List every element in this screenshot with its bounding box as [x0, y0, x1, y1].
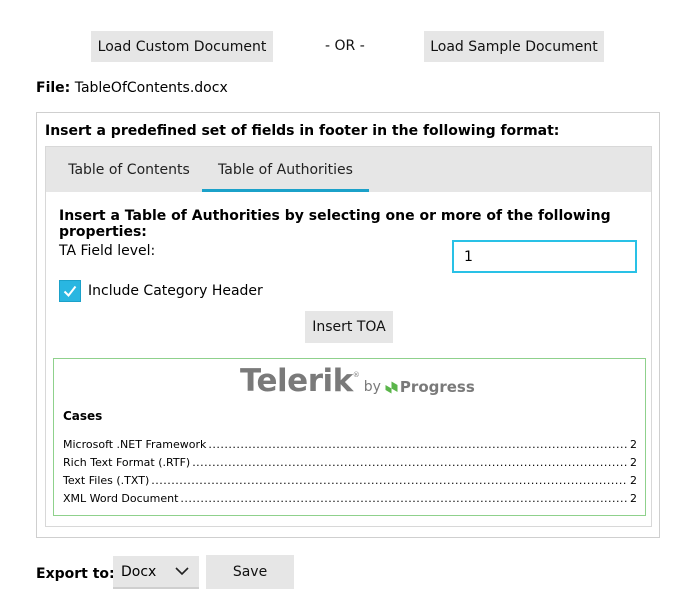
checkmark-icon [63, 285, 77, 298]
telerik-progress-logo: Telerik ® by Progress [240, 365, 475, 397]
tab-table-of-authorities[interactable]: Table of Authorities [202, 147, 369, 192]
tab-table-of-contents[interactable]: Table of Contents [56, 147, 202, 192]
toa-entry-page: 2 [630, 438, 637, 451]
toa-entry-name: XML Word Document [63, 492, 179, 505]
export-to-label: Export to: [36, 566, 115, 582]
toa-entry-name: Rich Text Format (.RTF) [63, 456, 191, 469]
format-tabs: Table of Contents Table of Authorities I… [45, 146, 652, 527]
dot-leader [208, 438, 628, 451]
progress-logo-icon [385, 381, 398, 394]
load-custom-document-button[interactable]: Load Custom Document [91, 31, 273, 62]
toa-entry: Text Files (.TXT) 2 [63, 474, 637, 490]
toa-heading: Insert a Table of Authorities by selecti… [59, 208, 611, 240]
cases-category-header: Cases [63, 409, 103, 423]
toa-entry: Microsoft .NET Framework 2 [63, 438, 637, 454]
toa-entry-name: Microsoft .NET Framework [63, 438, 207, 451]
file-label: File: [36, 80, 71, 96]
ta-field-level-label: TA Field level: [59, 243, 156, 259]
include-category-header-label: Include Category Header [88, 283, 263, 299]
toa-entry-page: 2 [630, 492, 637, 505]
export-format-dropdown[interactable]: Docx [113, 556, 199, 589]
load-sample-document-button[interactable]: Load Sample Document [424, 31, 604, 62]
dot-leader [151, 474, 628, 487]
toa-entry-page: 2 [630, 474, 637, 487]
dot-leader [192, 456, 628, 469]
logo-progress-text: Progress [399, 378, 475, 396]
chevron-down-icon [175, 567, 189, 576]
export-format-value: Docx [121, 563, 157, 580]
trademark-icon: ® [352, 371, 360, 379]
document-preview: Telerik ® by Progress Cases Microsoft .N… [53, 358, 646, 516]
panel-title: Insert a predefined set of fields in foo… [45, 123, 560, 139]
toa-entry-name: Text Files (.TXT) [63, 474, 150, 487]
logo-telerik-text: Telerik [240, 363, 353, 399]
toa-entry-page: 2 [630, 456, 637, 469]
logo-by-text: by [363, 379, 381, 395]
save-button[interactable]: Save [206, 555, 294, 589]
footer-fields-panel: Insert a predefined set of fields in foo… [36, 112, 660, 538]
dot-leader [180, 492, 628, 505]
toa-entry: XML Word Document 2 [63, 492, 637, 508]
ta-field-level-input[interactable] [452, 240, 637, 273]
or-separator: - OR - [325, 38, 365, 54]
file-row: File: TableOfContents.docx [36, 80, 228, 96]
tab-strip: Table of Contents Table of Authorities [46, 147, 651, 192]
file-name: TableOfContents.docx [74, 80, 228, 96]
insert-toa-button[interactable]: Insert TOA [305, 311, 393, 343]
include-category-header-checkbox[interactable] [59, 280, 81, 302]
toa-entry: Rich Text Format (.RTF) 2 [63, 456, 637, 472]
